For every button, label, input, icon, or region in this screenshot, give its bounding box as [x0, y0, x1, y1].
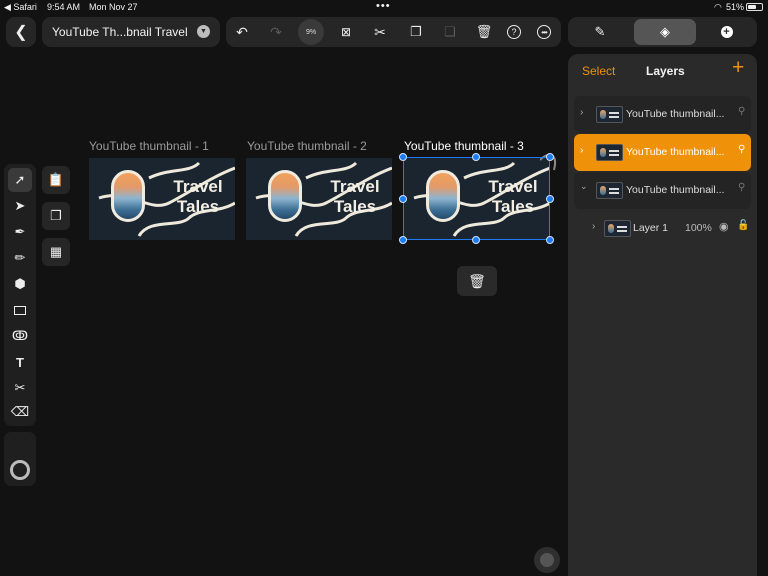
- layer-thumbnail: [596, 106, 623, 123]
- rectangle-tool-icon[interactable]: [8, 298, 32, 322]
- lasso-tool-icon[interactable]: ↂ: [8, 324, 32, 348]
- undo-icon[interactable]: ↶: [230, 20, 254, 44]
- node-tool-icon[interactable]: ➤: [8, 194, 32, 218]
- chevron-right-icon[interactable]: ›: [592, 221, 595, 232]
- clock: 9:54 AM: [47, 2, 81, 12]
- resize-handle[interactable]: [399, 195, 407, 203]
- layer-thumbnail: [596, 144, 623, 161]
- deselect-icon[interactable]: ⊠: [334, 20, 358, 44]
- color-picker[interactable]: [4, 432, 36, 486]
- context-delete-button[interactable]: 🗑: [457, 266, 497, 296]
- artboard-label-selected[interactable]: YouTube thumbnail - 3: [404, 139, 524, 153]
- duplicate-icon[interactable]: ❐: [42, 202, 70, 230]
- wifi-icon: ◠: [714, 2, 722, 12]
- date: Mon Nov 27: [89, 2, 138, 12]
- artboard-label[interactable]: YouTube thumbnail - 2: [247, 139, 367, 153]
- selection-box: [403, 157, 550, 240]
- layer-thumbnail: [596, 182, 623, 199]
- panel-tabs: ✎ ◈ +: [568, 17, 757, 47]
- resize-handle[interactable]: [399, 153, 407, 161]
- add-layer-icon[interactable]: +: [732, 57, 744, 78]
- resize-handle[interactable]: [546, 153, 554, 161]
- resize-handle[interactable]: [399, 236, 407, 244]
- zoom-indicator[interactable]: 9%: [298, 19, 324, 45]
- document-title: YouTube Th...bnail Travel: [52, 25, 188, 39]
- eraser-tool-icon[interactable]: ⌫: [8, 400, 32, 424]
- transparency-grid-icon[interactable]: ▦: [42, 238, 70, 266]
- chevron-down-icon[interactable]: ⌄: [580, 181, 588, 192]
- assistive-touch-button[interactable]: [534, 547, 560, 573]
- resize-handle[interactable]: [472, 153, 480, 161]
- move-tool-icon[interactable]: ➚: [8, 168, 32, 192]
- back-to-app-link[interactable]: ◀ Safari: [4, 2, 37, 13]
- help-icon[interactable]: ?: [502, 20, 526, 44]
- delete-icon[interactable]: 🗑: [472, 20, 496, 44]
- color-swatch-icon: [10, 460, 30, 480]
- resize-handle[interactable]: [472, 236, 480, 244]
- resize-handle[interactable]: [546, 236, 554, 244]
- chevron-right-icon[interactable]: ›: [580, 145, 583, 156]
- layers-icon: ◈: [660, 24, 670, 39]
- tab-style[interactable]: ✎: [570, 19, 630, 45]
- cut-icon[interactable]: ✂: [368, 20, 392, 44]
- document-title-button[interactable]: YouTube Th...bnail Travel ▼: [42, 17, 220, 47]
- battery-percentage: 51%: [726, 2, 745, 12]
- zoom-level: 9%: [305, 28, 317, 36]
- chevron-right-icon[interactable]: ›: [580, 107, 583, 118]
- artboard-pin-icon[interactable]: ⚲: [738, 144, 745, 155]
- sublayer-name: Layer 1: [633, 222, 669, 234]
- more-options-icon[interactable]: •••: [532, 20, 556, 44]
- tab-layers[interactable]: ◈: [634, 19, 696, 45]
- brush-icon: ✎: [594, 24, 606, 39]
- airplane-window-image: [268, 170, 302, 222]
- sublayer-row[interactable]: › Layer 1 100% ◉ 🔓: [574, 210, 751, 247]
- select-button[interactable]: Select: [582, 64, 615, 78]
- chevron-down-icon: ▼: [197, 25, 210, 38]
- paste-icon[interactable]: ❏: [438, 20, 462, 44]
- chevron-left-icon: ❮: [14, 24, 28, 41]
- layer-row[interactable]: › YouTube thumbnail... ⚲: [574, 96, 751, 133]
- back-button[interactable]: ❮: [6, 17, 36, 47]
- eye-icon[interactable]: ◉: [719, 220, 729, 233]
- layer-row[interactable]: ⌄ YouTube thumbnail... ⚲: [574, 172, 751, 209]
- artboard-2[interactable]: Travel Tales: [246, 158, 392, 240]
- layer-name: YouTube thumbnail...: [626, 146, 725, 158]
- layer-opacity[interactable]: 100%: [685, 222, 712, 234]
- status-bar: ◀ Safari 9:54 AM Mon Nov 27 ••• ◠ 51%: [0, 0, 768, 16]
- multitasking-dots-icon[interactable]: •••: [376, 0, 391, 12]
- tools-sidebar: ➚ ➤ ✒ ✏ ⬢ ↂ T ✂ ⌫: [4, 164, 36, 426]
- panel-title: Layers: [646, 64, 685, 78]
- battery-icon: [746, 3, 763, 11]
- layer-name: YouTube thumbnail...: [626, 108, 725, 120]
- artboard-1[interactable]: Travel Tales: [89, 158, 235, 240]
- artboard-title: Travel Tales: [330, 177, 380, 216]
- tab-add[interactable]: +: [698, 19, 755, 45]
- trash-icon: 🗑: [468, 272, 486, 289]
- artboard-pin-icon[interactable]: ⚲: [738, 106, 745, 117]
- artboard-label[interactable]: YouTube thumbnail - 1: [89, 139, 209, 153]
- layer-thumbnail: [604, 220, 631, 237]
- layer-row-selected[interactable]: › YouTube thumbnail... ⚲: [574, 134, 751, 171]
- redo-icon[interactable]: ↷: [264, 20, 288, 44]
- artboard-pin-icon[interactable]: ⚲: [738, 182, 745, 193]
- resize-handle[interactable]: [546, 195, 554, 203]
- fill-tool-icon[interactable]: ⬢: [8, 272, 32, 296]
- pen-tool-icon[interactable]: ✒: [8, 220, 32, 244]
- paste-style-icon[interactable]: 📋: [42, 166, 70, 194]
- layer-name: YouTube thumbnail...: [626, 184, 725, 196]
- plus-circle-icon: +: [720, 26, 733, 38]
- pencil-tool-icon[interactable]: ✏: [8, 246, 32, 270]
- copy-icon[interactable]: ❐: [404, 20, 428, 44]
- main-toolbar: ↶ ↷ 9% ⊠ ✂ ❐ ❏ 🗑 ? •••: [226, 17, 561, 47]
- layers-panel: Select Layers + › YouTube thumbnail... ⚲…: [568, 54, 757, 576]
- artboard-title: Travel Tales: [173, 177, 223, 216]
- unlock-icon[interactable]: 🔓: [737, 220, 749, 231]
- airplane-window-image: [111, 170, 145, 222]
- text-tool-icon[interactable]: T: [8, 350, 32, 374]
- scissors-tool-icon[interactable]: ✂: [8, 376, 32, 400]
